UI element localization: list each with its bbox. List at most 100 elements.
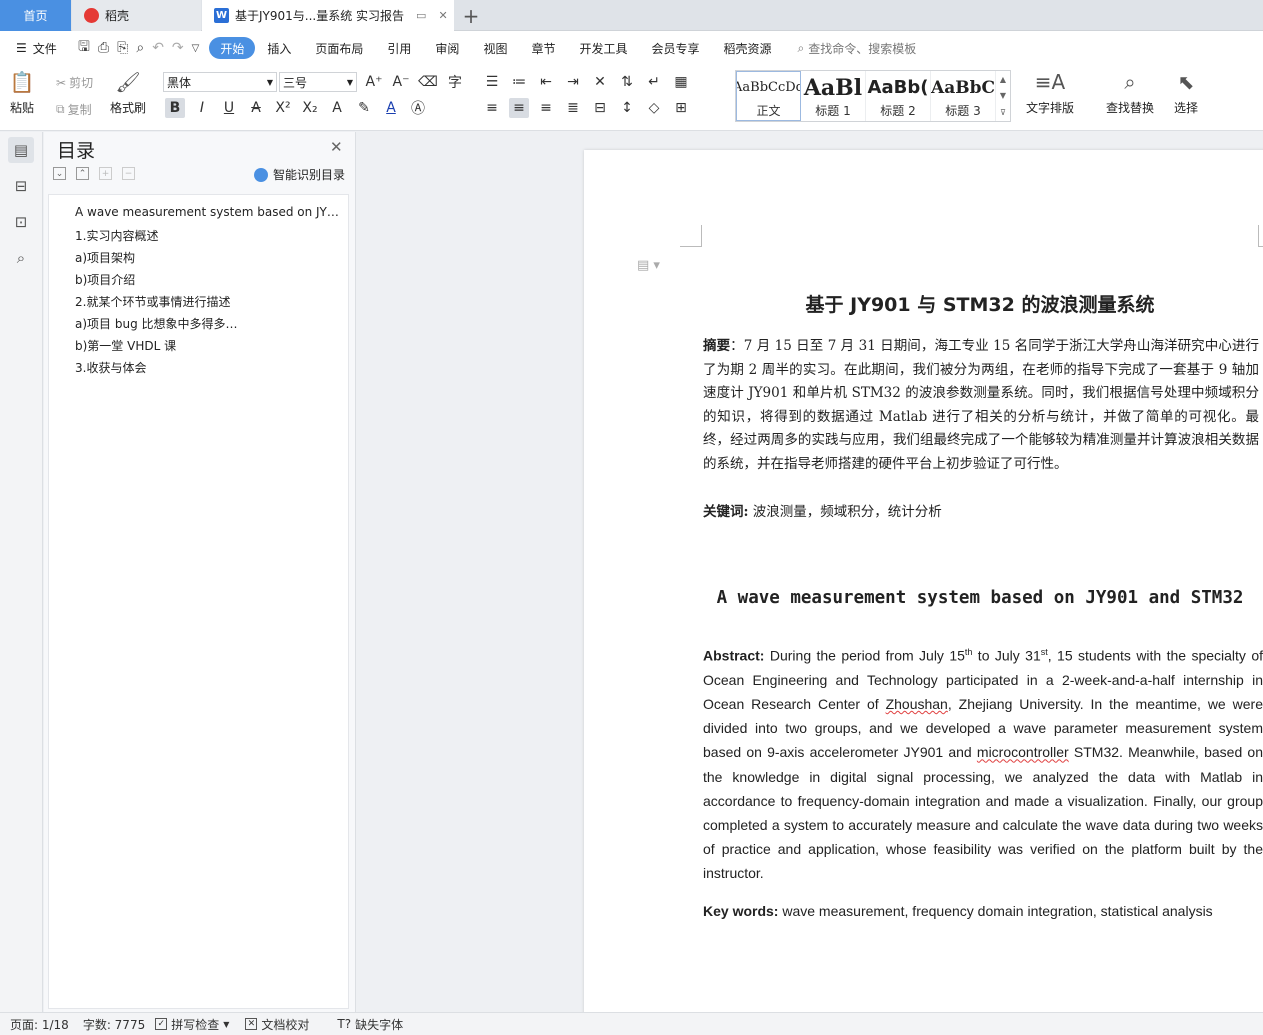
tab-daoke[interactable]: 稻壳	[72, 0, 201, 31]
chevron-up-icon[interactable]: ▲	[1000, 75, 1006, 84]
style-normal[interactable]: AaBbCcDd 正文	[736, 71, 801, 121]
copy-button[interactable]: ⧉ 复制	[56, 101, 92, 118]
new-tab-button[interactable]: +	[458, 0, 484, 31]
menu-tab-review[interactable]: 审阅	[423, 37, 471, 59]
align-right-icon[interactable]: ≡	[536, 98, 556, 118]
styles-scroll[interactable]: ▲ ▼ ⊽	[996, 71, 1010, 121]
document-canvas[interactable]: ▤ ▾ 基于 JY901 与 STM32 的波浪测量系统 摘要：7 月 15 日…	[357, 132, 1263, 1012]
chinese-layout-icon[interactable]: ✕	[590, 72, 610, 92]
bookmark-icon[interactable]: ⊡	[8, 209, 34, 235]
chapter-nav-icon[interactable]: ⊟	[8, 173, 34, 199]
grow-font-icon[interactable]: A⁺	[364, 72, 384, 92]
select-button[interactable]: ⬉ 选择	[1174, 69, 1198, 116]
print-icon[interactable]: ⎘	[117, 40, 128, 56]
tab-home[interactable]: 首页	[0, 0, 71, 31]
shading-icon[interactable]: ◇	[644, 98, 664, 118]
menu-tab-insert[interactable]: 插入	[255, 37, 303, 59]
toc-item[interactable]: b)第一堂 VHDL 课	[75, 337, 339, 354]
paragraph-menu-icon[interactable]: ▤ ▾	[637, 258, 660, 273]
menu-tab-daoke-resources[interactable]: 稻壳资源	[712, 37, 784, 59]
redo-icon[interactable]: ↷	[172, 40, 184, 56]
toc-item[interactable]: b)项目介绍	[75, 271, 339, 288]
style-heading-1[interactable]: AaBl 标题 1	[801, 71, 866, 121]
spelling-error-word[interactable]: Zhoushan	[886, 696, 948, 712]
toc-item[interactable]: a)项目 bug 比想象中多得多…	[75, 315, 339, 332]
tab-close-icon[interactable]: ✕	[438, 9, 447, 22]
chevron-down-icon[interactable]: ▼	[1000, 91, 1006, 100]
strikethrough-icon[interactable]: A	[246, 98, 266, 118]
menu-tab-view[interactable]: 视图	[471, 37, 519, 59]
search-icon[interactable]: ⌕	[8, 245, 34, 271]
format-painter-button[interactable]: 🖌 格式刷	[110, 69, 146, 116]
toc-item[interactable]: a)项目架构	[75, 249, 339, 266]
menu-tab-member[interactable]: 会员专享	[639, 37, 711, 59]
table-tools-icon[interactable]: ▦	[671, 72, 691, 92]
phonetic-icon[interactable]: 字	[445, 72, 465, 92]
char-border-icon[interactable]: Ⓐ	[408, 98, 428, 118]
subscript-icon[interactable]: X₂	[300, 98, 320, 118]
collapse-all-icon[interactable]: ⌃	[76, 167, 89, 180]
highlight-icon[interactable]: ✎	[354, 98, 374, 118]
paste-button[interactable]: 📋 粘贴	[10, 69, 35, 116]
expand-all-icon[interactable]: ⌄	[53, 167, 66, 180]
increase-indent-icon[interactable]: ⇥	[563, 72, 583, 92]
toc-item[interactable]: 2.就某个环节或事情进行描述	[75, 293, 339, 310]
underline-icon[interactable]: U	[219, 98, 239, 118]
toc-item[interactable]: A wave measurement system based on JY901…	[75, 205, 339, 219]
toc-panel-icon[interactable]: ▤	[8, 137, 34, 163]
toc-item[interactable]: 3.收获与体会	[75, 359, 339, 376]
tab-pin-icon[interactable]: ▭	[416, 9, 426, 22]
justify-icon[interactable]: ≣	[563, 98, 583, 118]
tab-document[interactable]: W 基于JY901与...量系统 实习报告 ▭ ✕	[202, 0, 454, 31]
menu-tab-developer[interactable]: 开发工具	[567, 37, 639, 59]
menu-tab-chapter[interactable]: 章节	[519, 37, 567, 59]
more-chevron-icon[interactable]: ▽	[192, 43, 200, 54]
menu-tab-references[interactable]: 引用	[375, 37, 423, 59]
proofread-button[interactable]: ✕ 文档校对	[245, 1016, 309, 1033]
italic-icon[interactable]: I	[192, 98, 212, 118]
bullet-list-icon[interactable]: ☰	[482, 72, 502, 92]
decrease-indent-icon[interactable]: ⇤	[536, 72, 556, 92]
save-icon[interactable]: 🖫	[78, 36, 90, 60]
toc-item[interactable]: 1.实习内容概述	[75, 227, 339, 244]
find-replace-button[interactable]: ⌕ 查找替换	[1106, 69, 1154, 116]
superscript-icon[interactable]: X²	[273, 98, 293, 118]
shrink-font-icon[interactable]: A⁻	[391, 72, 411, 92]
export-icon[interactable]: ⎙	[98, 40, 109, 56]
file-menu-button[interactable]: ☰ 文件	[0, 40, 78, 57]
numbered-list-icon[interactable]: ≔	[509, 72, 529, 92]
undo-icon[interactable]: ↶	[152, 40, 164, 56]
spelling-error-word[interactable]: microcontroller	[977, 744, 1069, 760]
smart-toc-button[interactable]: 智能识别目录	[254, 166, 345, 183]
command-search[interactable]: ⌕ 查找命令、搜索模板	[798, 40, 917, 57]
document-page[interactable]: ▤ ▾ 基于 JY901 与 STM32 的波浪测量系统 摘要：7 月 15 日…	[584, 150, 1263, 1012]
font-name-select[interactable]: 黑体 ▼	[163, 72, 277, 92]
word-count[interactable]: 字数: 7775	[83, 1016, 145, 1033]
text-layout-button[interactable]: ≡A 文字排版	[1026, 69, 1074, 116]
bold-icon[interactable]: B	[165, 98, 185, 118]
menu-tab-layout[interactable]: 页面布局	[303, 37, 375, 59]
close-icon[interactable]: ✕	[330, 138, 343, 156]
align-center-icon[interactable]: ≡	[509, 98, 529, 118]
line-spacing-icon[interactable]: ↕	[617, 98, 637, 118]
remove-heading-icon[interactable]: −	[122, 167, 135, 180]
preview-icon[interactable]: ⌕	[136, 40, 144, 56]
clear-format-icon[interactable]: ⌫	[418, 72, 438, 92]
missing-font-button[interactable]: T? 缺失字体	[337, 1016, 403, 1033]
style-heading-3[interactable]: AaBbC 标题 3	[931, 71, 996, 121]
font-size-select[interactable]: 三号 ▼	[279, 72, 357, 92]
style-heading-2[interactable]: AaBb( 标题 2	[866, 71, 931, 121]
menu-tab-start[interactable]: 开始	[209, 37, 256, 59]
spell-check-button[interactable]: ✓ 拼写检查 ▼	[155, 1016, 229, 1033]
show-marks-icon[interactable]: ↵	[644, 72, 664, 92]
font-color-icon[interactable]: A	[381, 98, 401, 118]
cut-button[interactable]: ✂ 剪切	[56, 74, 93, 91]
borders-icon[interactable]: ⊞	[671, 98, 691, 118]
add-heading-icon[interactable]: +	[99, 167, 112, 180]
align-left-icon[interactable]: ≡	[482, 98, 502, 118]
expand-styles-icon[interactable]: ⊽	[1000, 108, 1006, 117]
text-effect-icon[interactable]: A	[327, 98, 347, 118]
distribute-icon[interactable]: ⊟	[590, 98, 610, 118]
sort-icon[interactable]: ⇅	[617, 72, 637, 92]
page-count[interactable]: 页面: 1/18	[10, 1016, 69, 1033]
